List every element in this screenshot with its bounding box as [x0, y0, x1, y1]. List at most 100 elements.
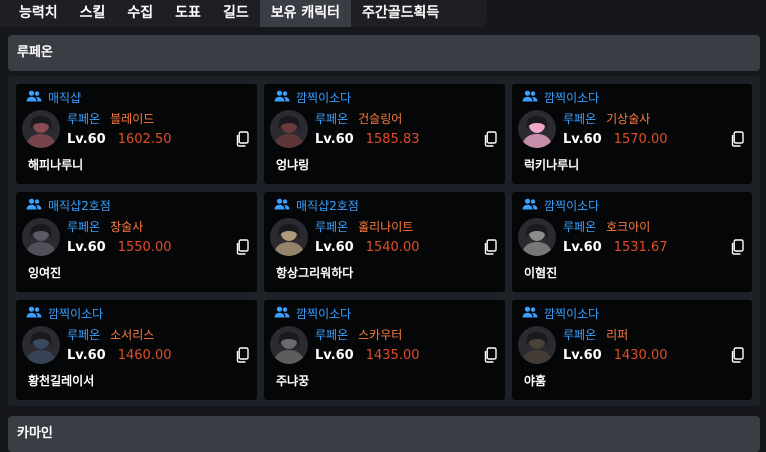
- guild-name: 깜찍이소다: [296, 90, 352, 105]
- character-level: Lv.60: [67, 348, 106, 363]
- users-icon: [26, 198, 48, 213]
- character-card[interactable]: 매직샵2호점 루페온 홀리나이트 Lv.60 1540.00 항상그리워하다: [264, 192, 505, 292]
- item-level: 1430.00: [613, 348, 668, 363]
- guild-name: 깜찍이소다: [544, 306, 600, 321]
- tab-bar: 능력치 스킬 수집 도표 길드 보유 캐릭터 주간골드획득: [0, 0, 487, 27]
- avatar: [518, 218, 556, 256]
- users-icon: [522, 306, 544, 321]
- users-icon: [274, 306, 296, 321]
- character-card[interactable]: 깜찍이소다 루페온 리퍼 Lv.60 1430.00 야훔: [512, 300, 752, 400]
- section-header-karmine[interactable]: 카마인: [8, 416, 760, 452]
- section-header-lupeon[interactable]: 루페온: [8, 35, 760, 71]
- tab-6[interactable]: 주간골드획득: [351, 0, 450, 27]
- guild-name: 깜찍이소다: [296, 306, 352, 321]
- server-name: 루페온: [315, 328, 349, 342]
- level-row: Lv.60 1550.00: [67, 240, 172, 255]
- character-level: Lv.60: [563, 348, 602, 363]
- tab-1[interactable]: 스킬: [69, 0, 117, 27]
- server-class-row: 루페온 창술사: [67, 218, 143, 235]
- avatar: [22, 326, 60, 364]
- guild-row: 깜찍이소다: [522, 197, 599, 213]
- guild-row: 매직샵2호점: [26, 197, 111, 213]
- users-icon: [522, 198, 544, 213]
- guild-name: 깜찍이소다: [48, 306, 104, 321]
- class-name: 리퍼: [606, 328, 629, 342]
- character-name: 잉여진: [28, 266, 62, 280]
- guild-row: 깜찍이소다: [274, 89, 351, 105]
- character-card[interactable]: 깜찍이소다 루페온 기상술사 Lv.60 1570.00 럭키나루니: [512, 84, 752, 184]
- class-name: 창술사: [110, 220, 144, 234]
- character-card[interactable]: 깜찍이소다 루페온 소서리스 Lv.60 1460.00 황천길레이서: [16, 300, 257, 400]
- level-row: Lv.60 1585.83: [315, 132, 420, 147]
- level-row: Lv.60 1531.67: [563, 240, 668, 255]
- server-class-row: 루페온 소서리스: [67, 326, 154, 343]
- character-level: Lv.60: [67, 132, 106, 147]
- avatar: [270, 326, 308, 364]
- class-name: 호크아이: [606, 220, 651, 234]
- item-level: 1585.83: [365, 132, 420, 147]
- users-icon: [26, 306, 48, 321]
- guild-name: 매직샵2호점: [296, 198, 359, 213]
- tab-4[interactable]: 길드: [212, 0, 260, 27]
- copy-icon[interactable]: [483, 347, 497, 363]
- copy-icon[interactable]: [483, 239, 497, 255]
- character-card[interactable]: 깜찍이소다 루페온 건슬링어 Lv.60 1585.83 엉냐링: [264, 84, 505, 184]
- level-row: Lv.60 1570.00: [563, 132, 668, 147]
- avatar: [270, 218, 308, 256]
- avatar: [22, 110, 60, 148]
- server-name: 루페온: [315, 220, 349, 234]
- users-icon: [274, 90, 296, 105]
- copy-icon[interactable]: [730, 131, 744, 147]
- character-level: Lv.60: [563, 240, 602, 255]
- character-card[interactable]: 깜찍이소다루페온 스카우터 Lv.60 1435.00 주냐꿍: [264, 300, 505, 400]
- character-card[interactable]: 매직샵 루페온 블레이드 Lv.60 1602.50 해피나루니: [16, 84, 257, 184]
- character-card[interactable]: 매직샵2호점루페온 창술사 Lv.60 1550.00 잉여진: [16, 192, 257, 292]
- server-name: 루페온: [67, 112, 101, 126]
- users-icon: [522, 90, 544, 105]
- character-name: 해피나루니: [28, 158, 84, 172]
- guild-row: 매직샵2호점: [274, 197, 359, 213]
- avatar: [518, 110, 556, 148]
- level-row: Lv.60 1460.00: [67, 348, 172, 363]
- copy-icon[interactable]: [483, 131, 497, 147]
- character-name: 이혐진: [524, 266, 558, 280]
- users-icon: [26, 90, 48, 105]
- guild-row: 깜찍이소다: [274, 305, 351, 321]
- tab-0[interactable]: 능력치: [8, 0, 69, 27]
- level-row: Lv.60 1430.00: [563, 348, 668, 363]
- guild-name: 매직샵: [48, 90, 82, 105]
- section-body-lupeon: 매직샵 루페온 블레이드 Lv.60 1602.50 해피나루니 깜찍이소다 루페온 건슬링어 L…: [8, 76, 760, 406]
- character-card[interactable]: 깜찍이소다루페온 호크아이 Lv.60 1531.67 이혐진: [512, 192, 752, 292]
- server-name: 루페온: [563, 220, 597, 234]
- character-name: 야훔: [524, 374, 547, 388]
- tab-3[interactable]: 도표: [164, 0, 212, 27]
- tab-2[interactable]: 수집: [116, 0, 164, 27]
- character-name: 주냐꿍: [276, 374, 310, 388]
- class-name: 블레이드: [110, 112, 155, 126]
- character-name: 럭키나루니: [524, 158, 580, 172]
- tab-5[interactable]: 보유 캐릭터: [259, 0, 351, 27]
- copy-icon[interactable]: [235, 347, 249, 363]
- copy-icon[interactable]: [730, 347, 744, 363]
- avatar: [22, 218, 60, 256]
- item-level: 1550.00: [117, 240, 172, 255]
- class-name: 스카우터: [358, 328, 403, 342]
- server-class-row: 루페온 스카우터: [315, 326, 402, 343]
- character-grid: 매직샵 루페온 블레이드 Lv.60 1602.50 해피나루니 깜찍이소다 루페온 건슬링어 L…: [16, 84, 752, 400]
- class-name: 건슬링어: [358, 112, 403, 126]
- copy-icon[interactable]: [730, 239, 744, 255]
- guild-name: 깜찍이소다: [544, 90, 600, 105]
- server-class-row: 루페온 홀리나이트: [315, 218, 413, 235]
- server-name: 루페온: [67, 328, 101, 342]
- item-level: 1435.00: [365, 348, 420, 363]
- avatar: [518, 326, 556, 364]
- server-name: 루페온: [67, 220, 101, 234]
- guild-row: 깜찍이소다: [26, 305, 103, 321]
- item-level: 1460.00: [117, 348, 172, 363]
- copy-icon[interactable]: [235, 131, 249, 147]
- character-level: Lv.60: [315, 240, 354, 255]
- guild-name: 깜찍이소다: [544, 198, 600, 213]
- character-level: Lv.60: [315, 348, 354, 363]
- copy-icon[interactable]: [235, 239, 249, 255]
- character-level: Lv.60: [67, 240, 106, 255]
